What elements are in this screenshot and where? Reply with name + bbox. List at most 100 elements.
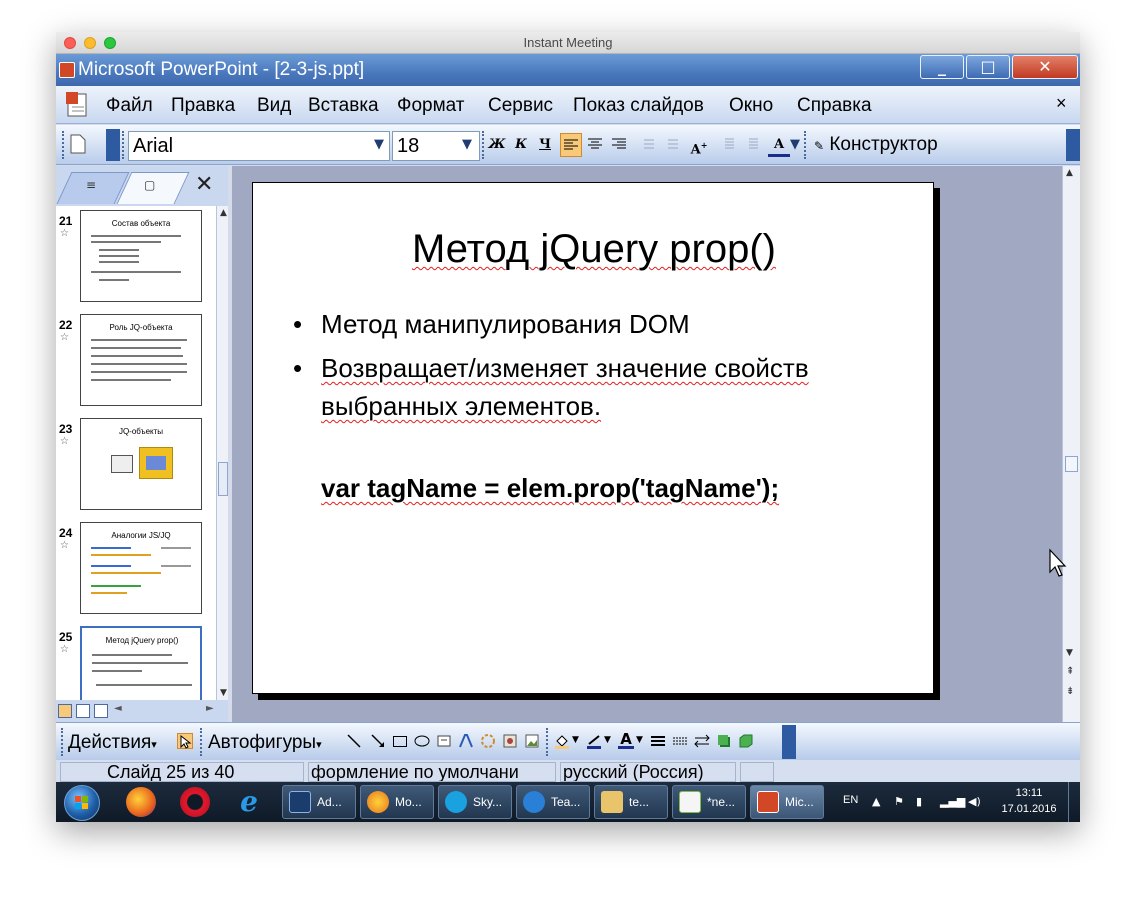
font-color-dropdown-icon[interactable]: ▼ <box>788 131 802 159</box>
align-right-button[interactable] <box>608 133 630 157</box>
scroll-down-icon[interactable]: ▼ <box>1066 648 1073 658</box>
dash-style-icon[interactable] <box>672 733 688 749</box>
slide-bullet-1[interactable]: Метод манипулирования DOM <box>321 305 921 343</box>
toolbar-grip[interactable] <box>200 728 203 756</box>
fill-color-icon[interactable] <box>554 733 570 749</box>
increase-indent-button[interactable] <box>740 133 762 157</box>
select-pointer-button[interactable] <box>177 733 193 749</box>
action-center-icon[interactable]: ⚑ <box>894 795 904 808</box>
underline-button[interactable]: Ч <box>534 133 556 157</box>
design-button[interactable]: ✎ Конструктор <box>814 134 938 156</box>
slide-code-line[interactable]: var tagName = elem.prop('tagName'); <box>321 473 779 504</box>
increase-font-button[interactable]: A+ <box>688 133 710 157</box>
arrow-icon[interactable] <box>370 733 386 749</box>
fill-color-dropdown-icon[interactable]: ▼ <box>572 735 579 745</box>
toolbar-chevron-icon[interactable] <box>106 129 120 161</box>
slide-thumbnail-22[interactable]: 22 ☆ Роль JQ-объекта <box>56 310 216 410</box>
internet-explorer-icon[interactable]: e <box>234 787 264 817</box>
font-color-dropdown-icon[interactable]: ▼ <box>636 735 643 745</box>
language-status[interactable]: русский (Россия) <box>560 762 736 782</box>
scrollbar-thumb[interactable] <box>1065 456 1078 472</box>
taskbar-teamviewer[interactable]: Tea... <box>516 785 590 819</box>
slide-thumbnail-21[interactable]: 21 ☆ Состав объекта <box>56 206 216 306</box>
font-name-dropdown-icon[interactable]: ▼ <box>369 131 389 159</box>
taskbar-notepad[interactable]: *ne... <box>672 785 746 819</box>
line-color-icon[interactable] <box>586 733 602 749</box>
menu-edit[interactable]: Правка <box>171 95 235 117</box>
new-document-icon[interactable] <box>70 134 86 154</box>
slide-thumbnail-24[interactable]: 24 ☆ Аналогии JS/JQ <box>56 518 216 618</box>
menu-format[interactable]: Формат <box>397 95 465 117</box>
firefox-icon[interactable] <box>126 787 156 817</box>
font-color-button[interactable]: A <box>768 133 790 157</box>
language-indicator[interactable]: EN <box>843 794 858 806</box>
wordart-icon[interactable] <box>458 733 474 749</box>
oval-icon[interactable] <box>414 733 430 749</box>
font-name-field[interactable]: Arial <box>128 131 390 161</box>
start-button[interactable] <box>64 785 100 821</box>
menu-close-button[interactable]: × <box>1056 93 1067 114</box>
minimize-button[interactable]: _ <box>920 55 964 79</box>
3d-style-icon[interactable] <box>738 733 754 749</box>
toolbar-grip-4[interactable] <box>804 131 807 159</box>
font-size-dropdown-icon[interactable]: ▼ <box>457 131 477 159</box>
taskbar-skype[interactable]: Sky... <box>438 785 512 819</box>
shadow-style-icon[interactable] <box>716 733 732 749</box>
arrow-style-icon[interactable] <box>694 733 710 749</box>
scroll-up-icon[interactable]: ▲ <box>220 208 227 218</box>
italic-button[interactable]: К <box>510 133 532 157</box>
picture-icon[interactable] <box>524 733 540 749</box>
network-icon[interactable]: ▂▄▆ <box>940 795 965 808</box>
decrease-indent-button[interactable] <box>716 133 738 157</box>
autoshapes-menu[interactable]: Автофигуры▾ <box>208 732 322 754</box>
numbered-list-button[interactable] <box>636 133 658 157</box>
taskbar-explorer[interactable]: te... <box>594 785 668 819</box>
current-slide[interactable]: Метод jQuery prop() • Метод манипулирова… <box>252 182 934 694</box>
clock-date[interactable]: 17.01.2016 <box>996 803 1062 815</box>
scroll-up-icon[interactable]: ▲ <box>1066 168 1073 178</box>
slide-thumbnail-23[interactable]: 23 ☆ JQ-объекты <box>56 414 216 514</box>
actions-menu[interactable]: Действия▾ <box>68 732 157 754</box>
font-color-icon[interactable]: A <box>618 732 634 749</box>
clipart-icon[interactable] <box>502 733 518 749</box>
bulleted-list-button[interactable] <box>660 133 682 157</box>
clock-time[interactable]: 13:11 <box>1004 787 1054 799</box>
slide-sorter-view-icon[interactable] <box>76 704 90 718</box>
menu-slideshow[interactable]: Показ слайдов <box>573 95 704 117</box>
scroll-left-icon[interactable]: ◄ <box>114 703 122 714</box>
line-color-dropdown-icon[interactable]: ▼ <box>604 735 611 745</box>
close-button[interactable]: ✕ <box>1012 55 1078 79</box>
toolbar-overflow-icon[interactable] <box>782 725 796 759</box>
slide-bullet-2[interactable]: Возвращает/изменяет значение свойств выб… <box>321 349 921 425</box>
volume-icon[interactable]: ◀) <box>968 795 981 808</box>
show-desktop-button[interactable] <box>1068 782 1080 822</box>
menu-insert[interactable]: Вставка <box>308 95 379 117</box>
textbox-icon[interactable] <box>436 733 452 749</box>
menu-file[interactable]: Файл <box>106 95 153 117</box>
toolbar-grip[interactable] <box>546 728 549 756</box>
bold-button[interactable]: Ж <box>486 133 508 157</box>
toolbar-grip[interactable] <box>62 131 65 159</box>
thumbnails-scrollbar[interactable]: ▲ ▼ <box>216 206 228 700</box>
menu-window[interactable]: Окно <box>729 95 773 117</box>
document-icon[interactable] <box>64 91 92 119</box>
previous-slide-icon[interactable]: ⇞ <box>1066 666 1074 677</box>
show-hidden-icons-icon[interactable]: ▲ <box>872 795 880 808</box>
taskbar-photoshop[interactable]: Ad... <box>282 785 356 819</box>
toolbar-overflow-icon[interactable] <box>1066 129 1080 161</box>
scroll-down-icon[interactable]: ▼ <box>220 688 227 698</box>
power-icon[interactable]: ▮ <box>916 795 922 808</box>
scrollbar-thumb[interactable] <box>218 462 228 496</box>
menu-help[interactable]: Справка <box>797 95 872 117</box>
rectangle-icon[interactable] <box>392 733 408 749</box>
slide-thumbnail-25[interactable]: 25 ☆ Метод jQuery prop() <box>56 622 216 700</box>
slideshow-view-icon[interactable] <box>94 704 108 718</box>
taskbar-powerpoint[interactable]: Mic... <box>750 785 824 819</box>
line-icon[interactable] <box>346 733 362 749</box>
align-center-button[interactable] <box>584 133 606 157</box>
line-style-icon[interactable] <box>650 733 666 749</box>
normal-view-icon[interactable] <box>58 704 72 718</box>
taskbar-firefox[interactable]: Mo... <box>360 785 434 819</box>
slide-scrollbar[interactable]: ▲ ▼ ⇞ ⇟ <box>1062 166 1080 722</box>
toolbar-grip-3[interactable] <box>482 131 485 159</box>
